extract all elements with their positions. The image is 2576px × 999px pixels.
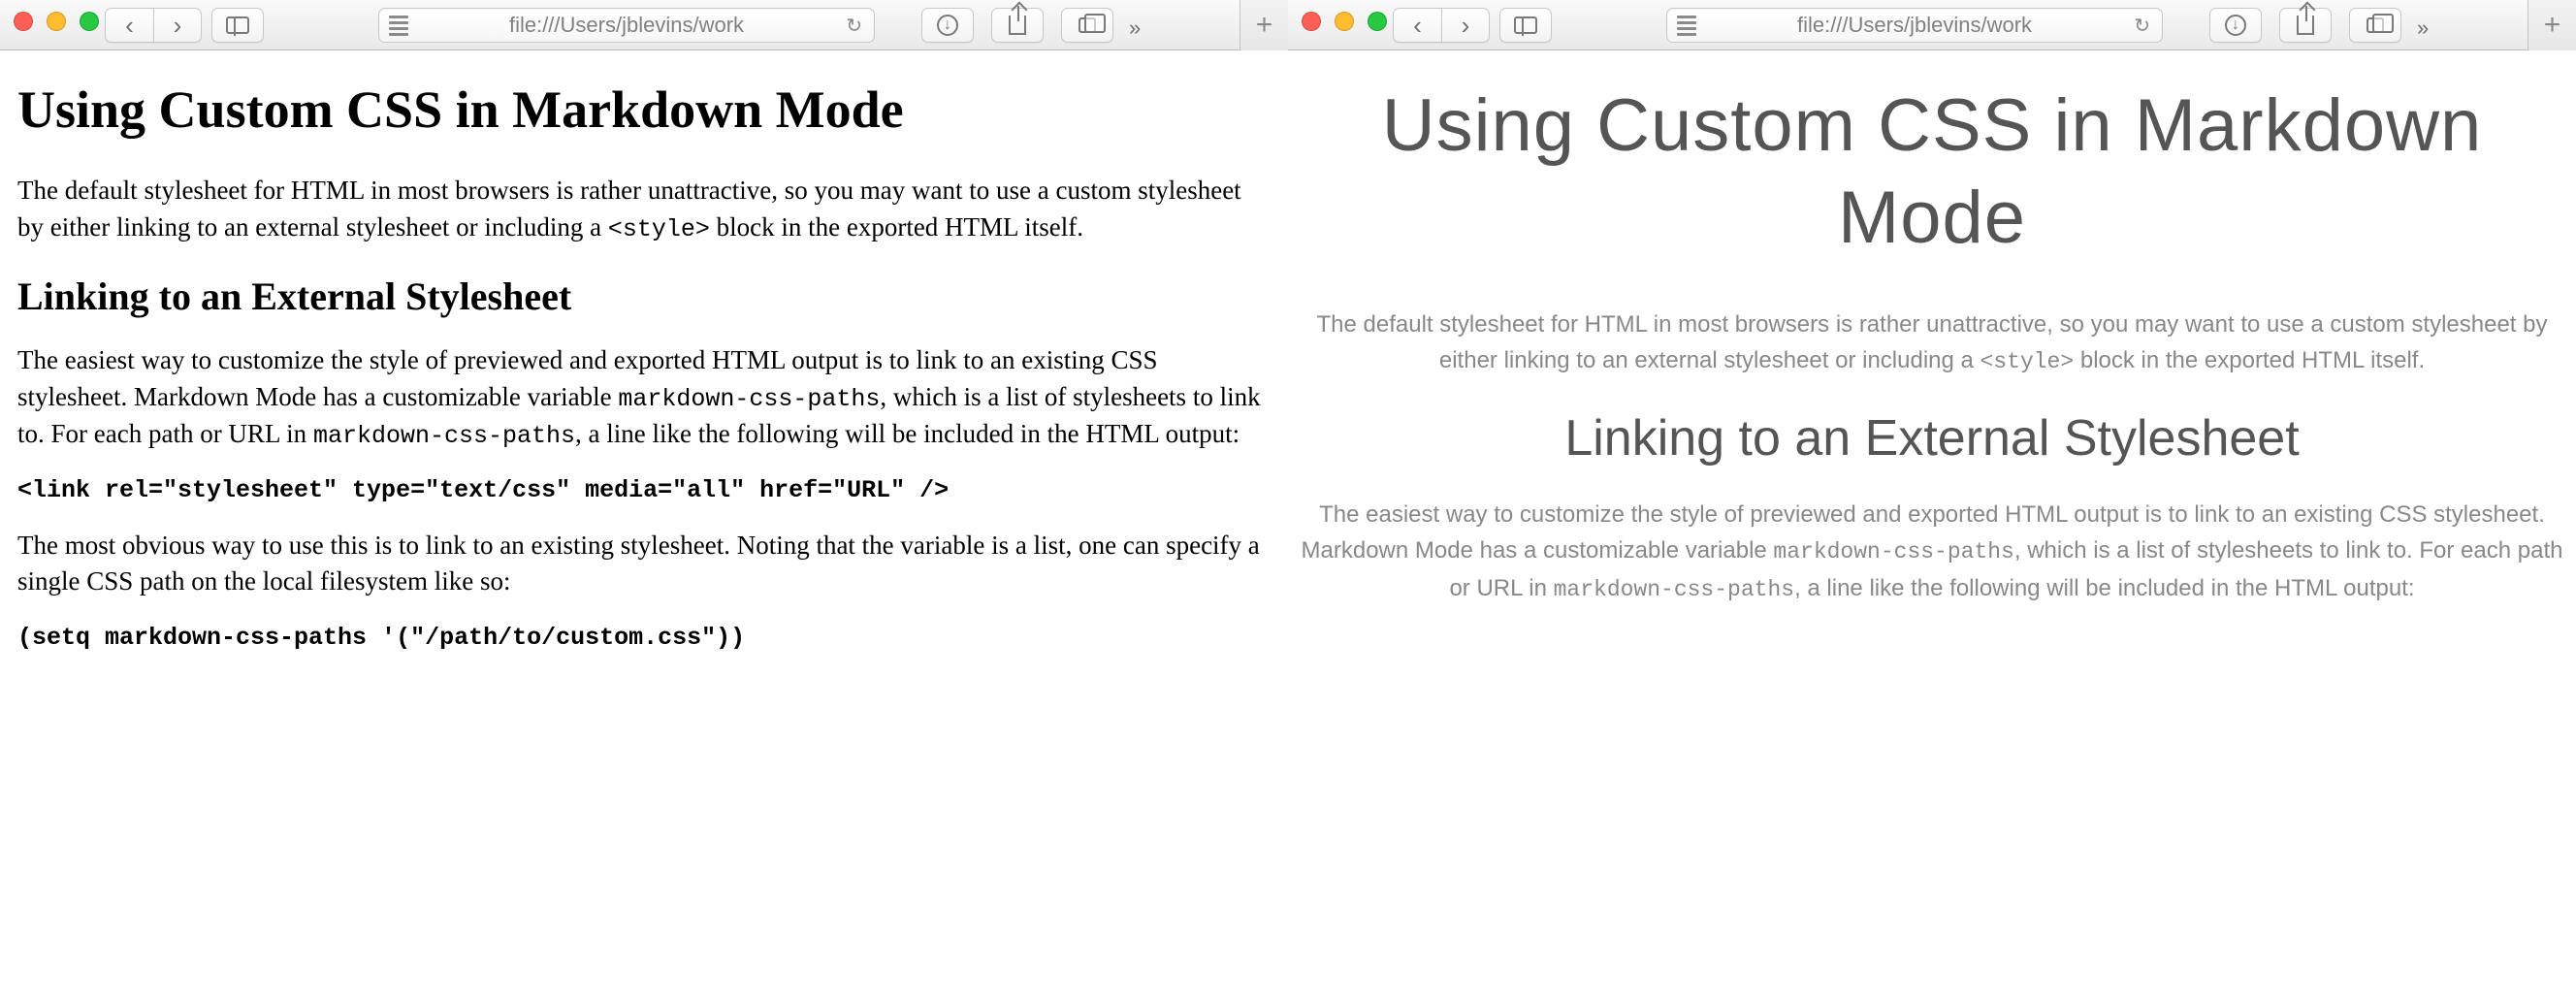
- document-default-style: Using Custom CSS in Markdown Mode The de…: [0, 50, 1288, 652]
- sidebar-button[interactable]: [1499, 8, 1552, 43]
- tabs-icon: [1079, 17, 1096, 33]
- tabs-group: [1061, 8, 1113, 43]
- inline-code: markdown-css-paths: [618, 385, 880, 413]
- section-heading: Linking to an External Stylesheet: [17, 274, 1271, 319]
- back-button[interactable]: ‹: [1393, 8, 1441, 43]
- sidebar-button[interactable]: [211, 8, 264, 43]
- share-icon: [1009, 16, 1026, 35]
- close-icon[interactable]: [14, 12, 33, 31]
- share-group: [2279, 8, 2332, 43]
- overflow-icon[interactable]: »: [1129, 16, 1141, 41]
- reader-icon[interactable]: [389, 16, 408, 36]
- inline-code: markdown-css-paths: [1554, 577, 1794, 602]
- sidebar-toggle-group: [1499, 8, 1552, 43]
- chevron-left-icon: ‹: [1413, 11, 1422, 41]
- section-paragraph: The easiest way to customize the style o…: [17, 342, 1271, 453]
- close-icon[interactable]: [1302, 12, 1321, 31]
- url-text: file:///Users/jblevins/work: [1797, 13, 2032, 38]
- content-pane-right: Using Custom CSS in Markdown Mode The de…: [1288, 50, 2576, 999]
- tabs-button[interactable]: [2349, 8, 2401, 43]
- code-block: (setq markdown-css-paths '("/path/to/cus…: [17, 624, 1271, 652]
- downloads-group: ↓: [2209, 8, 2262, 43]
- tabs-group: [2349, 8, 2401, 43]
- share-button[interactable]: [991, 8, 1044, 43]
- address-bar[interactable]: file:///Users/jblevins/work ↻: [378, 8, 875, 43]
- downloads-button[interactable]: ↓: [921, 8, 974, 43]
- forward-button[interactable]: ›: [153, 8, 202, 43]
- minimize-icon[interactable]: [47, 12, 66, 31]
- reload-icon[interactable]: ↻: [2134, 14, 2150, 38]
- inline-code: markdown-css-paths: [313, 422, 575, 450]
- plus-icon: +: [2544, 9, 2561, 42]
- page-title: Using Custom CSS in Markdown Mode: [1288, 80, 2576, 264]
- back-button[interactable]: ‹: [105, 8, 153, 43]
- traffic-lights: [14, 12, 99, 31]
- download-icon: ↓: [937, 15, 958, 36]
- intro-paragraph: The default stylesheet for HTML in most …: [1300, 306, 2564, 380]
- zoom-icon[interactable]: [80, 12, 99, 31]
- chevron-left-icon: ‹: [125, 11, 134, 41]
- sidebar-toggle-group: [211, 8, 264, 43]
- tabs-icon: [2367, 17, 2384, 33]
- inline-code: markdown-css-paths: [1773, 539, 2013, 564]
- url-text: file:///Users/jblevins/work: [509, 13, 744, 38]
- new-tab-button[interactable]: +: [2528, 0, 2576, 50]
- downloads-button[interactable]: ↓: [2209, 8, 2262, 43]
- reload-icon[interactable]: ↻: [846, 14, 862, 38]
- download-icon: ↓: [2225, 15, 2246, 36]
- content-pane-left: Using Custom CSS in Markdown Mode The de…: [0, 50, 1288, 999]
- downloads-group: ↓: [921, 8, 974, 43]
- sidebar-icon: [226, 16, 249, 34]
- nav-group: ‹ ›: [1393, 8, 1490, 43]
- section-paragraph: The easiest way to customize the style o…: [1300, 497, 2564, 607]
- reader-icon[interactable]: [1677, 16, 1696, 36]
- inline-code: <style>: [1980, 349, 2075, 374]
- share-group: [991, 8, 1044, 43]
- code-block: <link rel="stylesheet" type="text/css" m…: [17, 476, 1271, 504]
- document-custom-style: Using Custom CSS in Markdown Mode The de…: [1288, 50, 2576, 607]
- forward-button[interactable]: ›: [1441, 8, 1490, 43]
- inline-code: <style>: [608, 215, 710, 243]
- address-bar[interactable]: file:///Users/jblevins/work ↻: [1666, 8, 2163, 43]
- sidebar-icon: [1514, 16, 1537, 34]
- share-button[interactable]: [2279, 8, 2332, 43]
- chevron-right-icon: ›: [174, 11, 182, 41]
- tabs-button[interactable]: [1061, 8, 1113, 43]
- minimize-icon[interactable]: [1335, 12, 1354, 31]
- share-icon: [2297, 16, 2314, 35]
- plus-icon: +: [1256, 9, 1273, 42]
- overflow-icon[interactable]: »: [2417, 16, 2429, 41]
- zoom-icon[interactable]: [1368, 12, 1387, 31]
- new-tab-button[interactable]: +: [1240, 0, 1288, 50]
- traffic-lights: [1302, 12, 1387, 31]
- section-heading: Linking to an External Stylesheet: [1288, 409, 2576, 467]
- page-title: Using Custom CSS in Markdown Mode: [17, 80, 1271, 140]
- section-paragraph: The most obvious way to use this is to l…: [17, 528, 1271, 601]
- window-toolbar-left: ‹ › file:///Users/jblevins/work ↻ ↓ » +: [0, 0, 1288, 50]
- nav-group: ‹ ›: [105, 8, 202, 43]
- window-toolbar-right: ‹ › file:///Users/jblevins/work ↻ ↓ » +: [1288, 0, 2576, 50]
- chevron-right-icon: ›: [1462, 11, 1470, 41]
- intro-paragraph: The default stylesheet for HTML in most …: [17, 173, 1271, 246]
